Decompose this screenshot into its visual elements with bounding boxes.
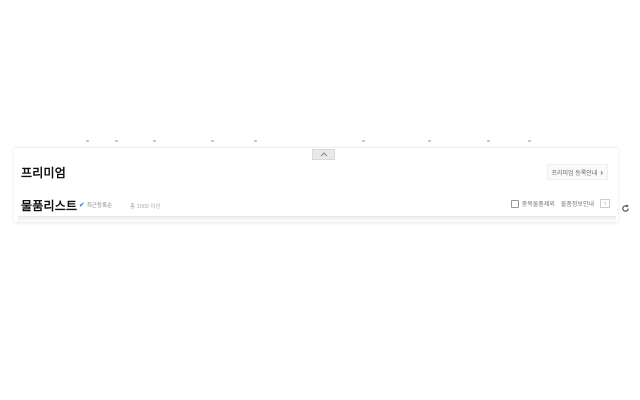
page: 프리미엄 프리미엄 등록안내 › 물품리스트 ✔ 최근등록순 총 1000 이상… [0,0,640,400]
collapse-toggle-button[interactable] [312,149,335,160]
item-info-link[interactable]: 물품정보안내 [561,199,594,208]
premium-section-title: 프리미엄 [21,166,66,180]
panel-shadow [18,216,616,222]
exclude-duplicates-label: 중복물품제외 [521,202,555,208]
refresh-icon [622,204,629,212]
exclude-duplicates-checkbox[interactable] [510,199,519,208]
premium-guide-label: 프리미엄 등록안내 [551,170,598,177]
list-controls: 중복물품제외 물품정보안내 i [510,199,610,208]
premium-guide-link[interactable]: 프리미엄 등록안내 › [546,164,608,180]
result-count: 총 1000 이상 [130,204,161,210]
sort-recent-label: 최근등록순 [86,203,113,209]
item-list-title: 물품리스트 [21,199,78,213]
chevron-up-icon [320,152,327,157]
refresh-button[interactable] [621,200,630,218]
info-button[interactable]: i [600,199,610,208]
sort-recent-option[interactable]: ✔ 최근등록순 [79,201,112,209]
exclude-duplicates-option[interactable]: 중복물품제외 [510,199,555,208]
check-icon: ✔ [79,202,85,209]
faint-divider-marks [0,140,640,143]
chevron-right-icon: › [600,167,603,177]
